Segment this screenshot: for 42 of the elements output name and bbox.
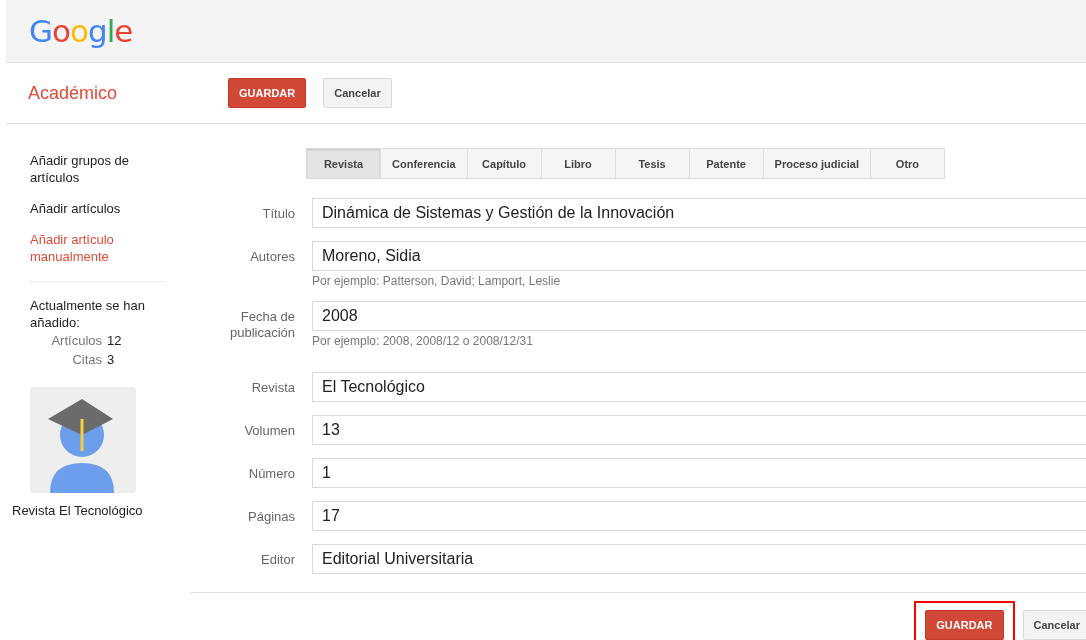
- text-field[interactable]: Editorial Universitaria: [312, 544, 1086, 574]
- text-field[interactable]: 1: [312, 458, 1086, 488]
- field-label: Páginas: [247, 508, 295, 525]
- field-label: Título: [261, 205, 295, 222]
- field-label: Autores: [249, 248, 295, 265]
- stat-label: Citas: [71, 351, 102, 369]
- google-logo: Google: [29, 13, 133, 49]
- stat-label: Artículos: [50, 332, 102, 350]
- text-field[interactable]: Dinámica de Sistemas y Gestión de la Innovación: [312, 198, 1086, 228]
- stat-value: 12: [107, 332, 123, 350]
- field-label: Volumen: [243, 422, 295, 439]
- tab[interactable]: Libro: [540, 148, 616, 179]
- field-label: Editor: [260, 551, 295, 568]
- text-field[interactable]: 2008: [312, 301, 1086, 331]
- tab[interactable]: Revista: [306, 148, 381, 179]
- sidebar-link[interactable]: Añadir grupos de artículos: [30, 152, 150, 186]
- tab[interactable]: Proceso judicial: [762, 148, 871, 179]
- text-field[interactable]: Moreno, Sidia: [312, 241, 1086, 271]
- field-label: Número: [247, 465, 295, 482]
- text-field[interactable]: 13: [312, 415, 1086, 445]
- sidebar-link[interactable]: Añadir artículos: [30, 200, 150, 217]
- tab[interactable]: Otro: [869, 148, 945, 179]
- field-label: Fecha de publicación: [228, 308, 295, 341]
- field-hint: Por ejemplo: Patterson, David; Lamport, Leslie: [312, 274, 562, 288]
- stat-value: 3: [107, 351, 116, 369]
- field-hint: Por ejemplo: 2008, 2008/12 o 2008/12/31: [312, 334, 534, 348]
- tab[interactable]: Patente: [688, 148, 764, 179]
- summary-text: Actualmente se han añadido:: [30, 297, 146, 331]
- tab[interactable]: Capítulo: [466, 148, 542, 179]
- cancel-button[interactable]: Cancelar: [1022, 610, 1086, 640]
- section-title: Académico: [27, 82, 119, 104]
- text-field[interactable]: El Tecnológico: [312, 372, 1086, 402]
- field-label: Revista: [250, 379, 295, 396]
- tab[interactable]: Conferencia: [380, 148, 468, 179]
- save-button[interactable]: GUARDAR: [228, 78, 307, 108]
- sidebar-link[interactable]: Añadir artículo manualmente: [30, 231, 150, 265]
- cancel-button[interactable]: Cancelar: [323, 78, 392, 108]
- save-button[interactable]: GUARDAR: [925, 610, 1004, 640]
- text-field[interactable]: 17: [312, 501, 1086, 531]
- tab[interactable]: Tesis: [614, 148, 690, 179]
- profile-name: Revista El Tecnológico: [12, 503, 144, 518]
- graduate-avatar-icon: [30, 387, 136, 493]
